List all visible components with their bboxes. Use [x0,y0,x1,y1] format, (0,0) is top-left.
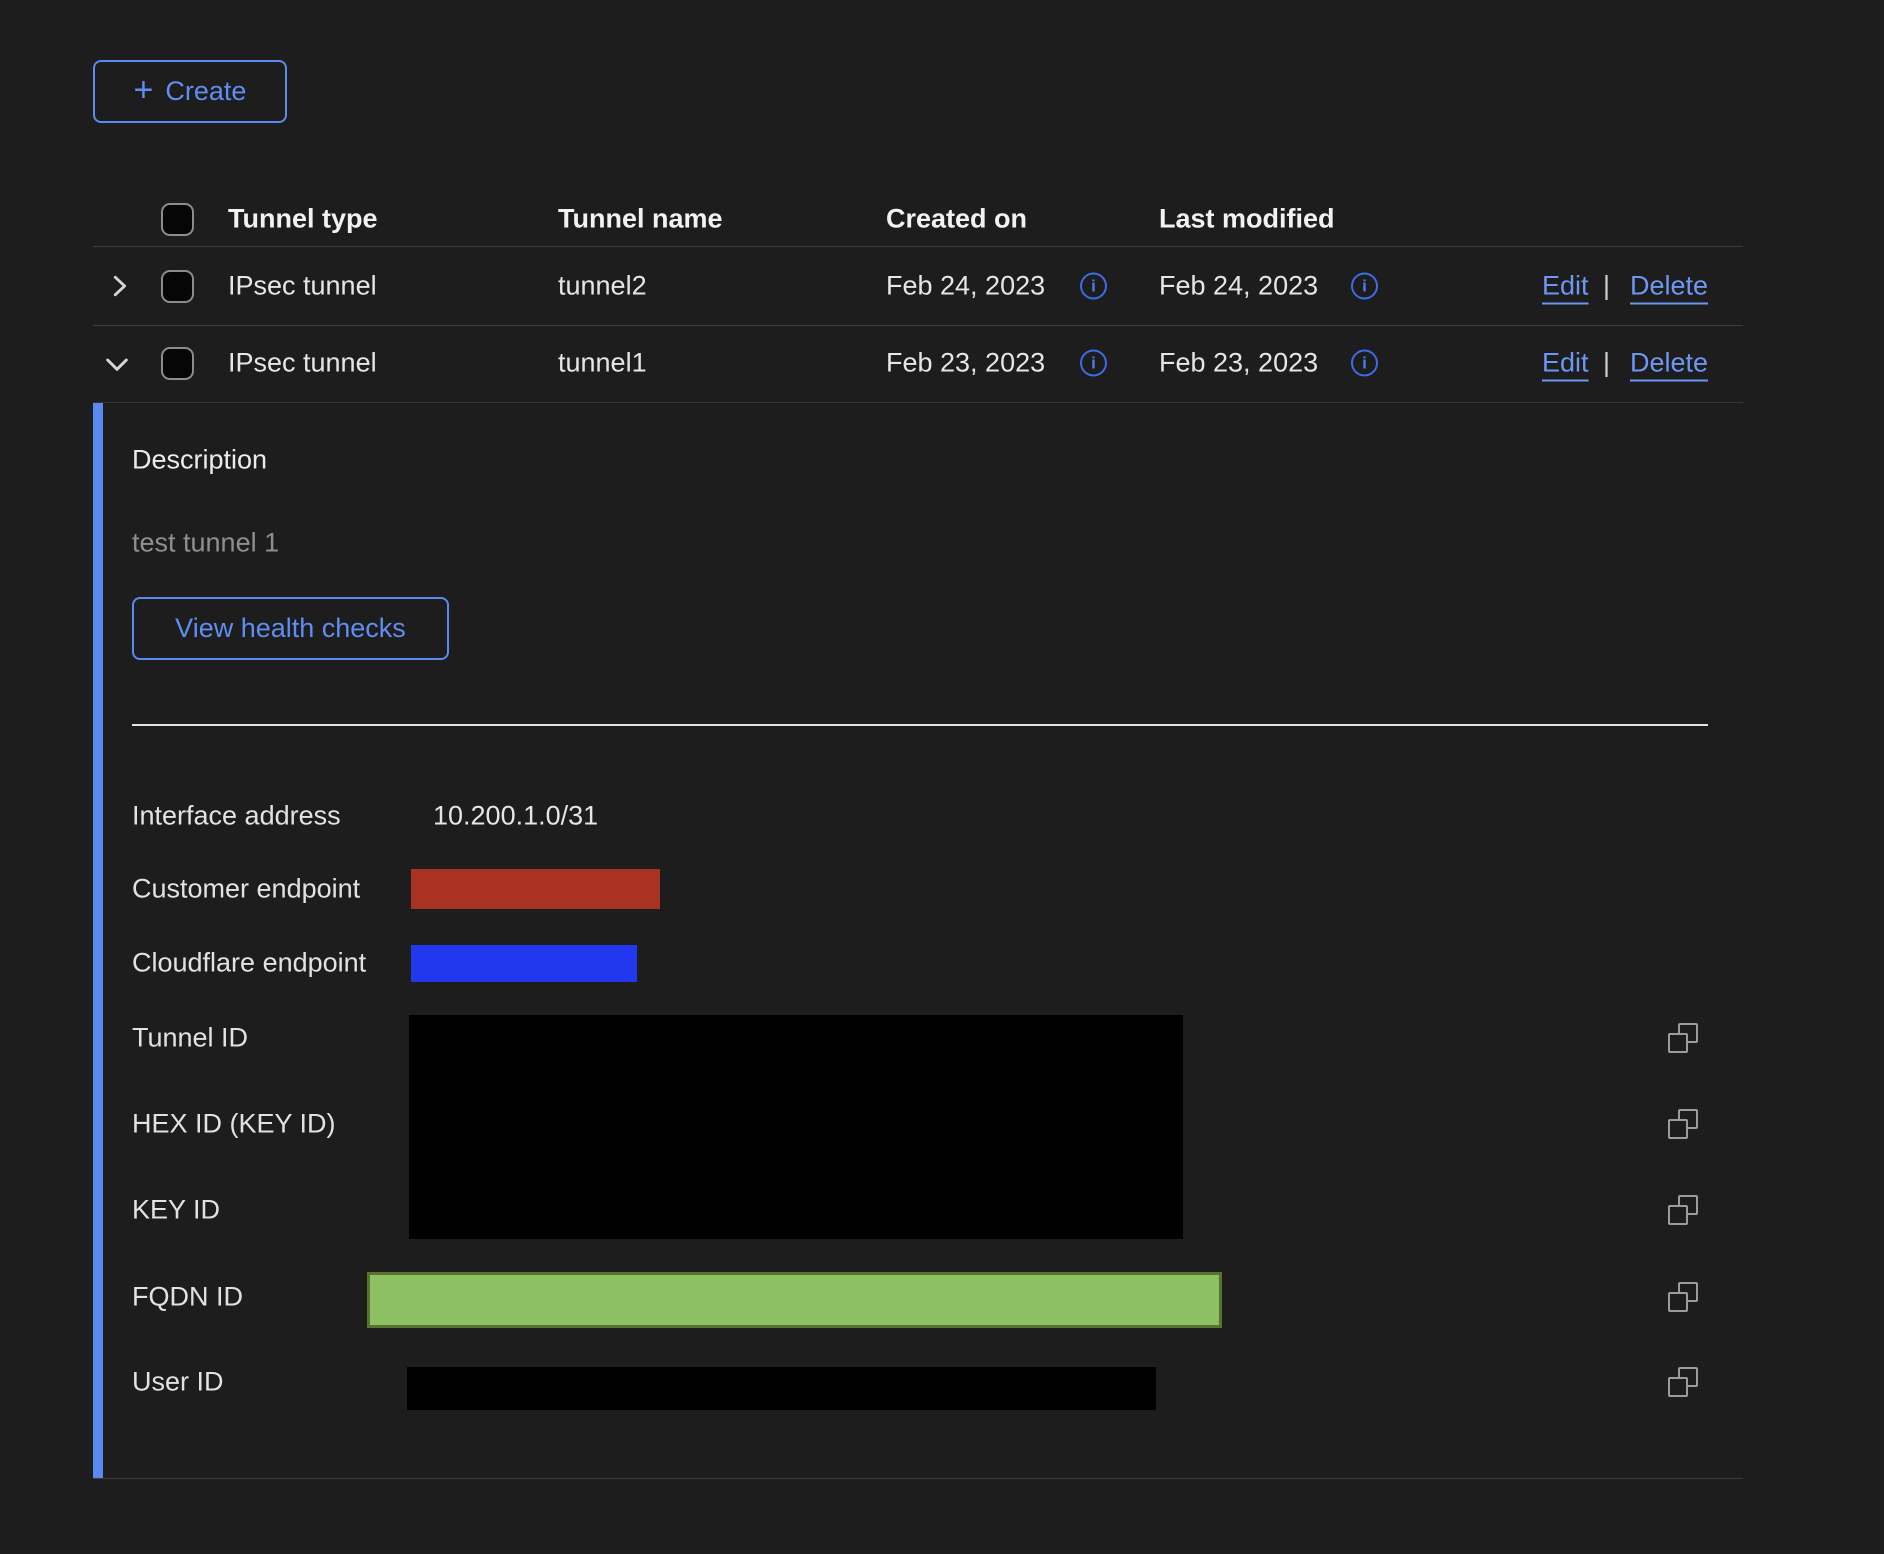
created-on-cell: Feb 24, 2023 [886,271,1045,302]
delete-link[interactable]: Delete [1630,348,1708,379]
expanded-row-indicator-bar [93,403,103,1479]
cloudflare-endpoint-label: Cloudflare endpoint [132,948,366,979]
info-icon[interactable]: i [1351,273,1378,300]
create-button[interactable]: + Create [93,60,287,123]
column-header-tunnel-type: Tunnel type [228,204,378,235]
column-header-tunnel-name: Tunnel name [558,204,723,235]
select-all-checkbox[interactable] [161,203,194,236]
row-checkbox[interactable] [161,270,194,303]
key-id-label: KEY ID [132,1195,220,1226]
copy-icon[interactable] [1668,1023,1698,1053]
column-header-created-on: Created on [886,204,1027,235]
chevron-right-icon[interactable] [104,271,134,301]
fqdn-id-label: FQDN ID [132,1282,243,1313]
header-divider [93,246,1743,247]
tunnel-type-cell: IPsec tunnel [228,271,377,302]
tunnel-name-cell: tunnel2 [558,271,647,302]
edit-link[interactable]: Edit [1542,348,1589,379]
customer-endpoint-redacted-value [411,869,660,909]
description-label: Description [132,445,267,476]
view-health-checks-button[interactable]: View health checks [132,597,449,660]
user-id-label: User ID [132,1367,224,1398]
info-icon[interactable]: i [1080,273,1107,300]
edit-link[interactable]: Edit [1542,271,1589,302]
column-header-last-modified: Last modified [1159,204,1335,235]
info-icon[interactable]: i [1351,350,1378,377]
ipsec-tunnels-page: + Create Tunnel type Tunnel name Created… [0,0,1884,1554]
row-checkbox[interactable] [161,347,194,380]
row-divider [93,325,1743,326]
fqdn-id-redacted-value [367,1272,1222,1328]
description-value: test tunnel 1 [132,528,279,559]
hex-id-label: HEX ID (KEY ID) [132,1109,336,1140]
user-id-redacted-value [407,1367,1156,1410]
cloudflare-endpoint-redacted-value [411,945,637,982]
view-health-checks-label: View health checks [175,613,406,644]
interface-address-label: Interface address [132,801,341,832]
plus-icon: + [134,73,154,107]
row-divider [93,402,1743,403]
tunnel-id-label: Tunnel ID [132,1023,248,1054]
copy-icon[interactable] [1668,1367,1698,1397]
last-modified-cell: Feb 23, 2023 [1159,348,1318,379]
info-icon[interactable]: i [1080,350,1107,377]
panel-bottom-divider [93,1478,1743,1479]
copy-icon[interactable] [1668,1282,1698,1312]
action-separator: | [1603,271,1610,302]
chevron-down-icon[interactable] [101,348,133,380]
create-button-label: Create [165,76,246,107]
last-modified-cell: Feb 24, 2023 [1159,271,1318,302]
customer-endpoint-label: Customer endpoint [132,874,360,905]
copy-icon[interactable] [1668,1109,1698,1139]
ids-redacted-value-block [409,1015,1183,1239]
tunnel-type-cell: IPsec tunnel [228,348,377,379]
interface-address-value: 10.200.1.0/31 [433,801,598,832]
copy-icon[interactable] [1668,1195,1698,1225]
action-separator: | [1603,348,1610,379]
delete-link[interactable]: Delete [1630,271,1708,302]
created-on-cell: Feb 23, 2023 [886,348,1045,379]
tunnel-name-cell: tunnel1 [558,348,647,379]
section-divider [132,724,1708,726]
